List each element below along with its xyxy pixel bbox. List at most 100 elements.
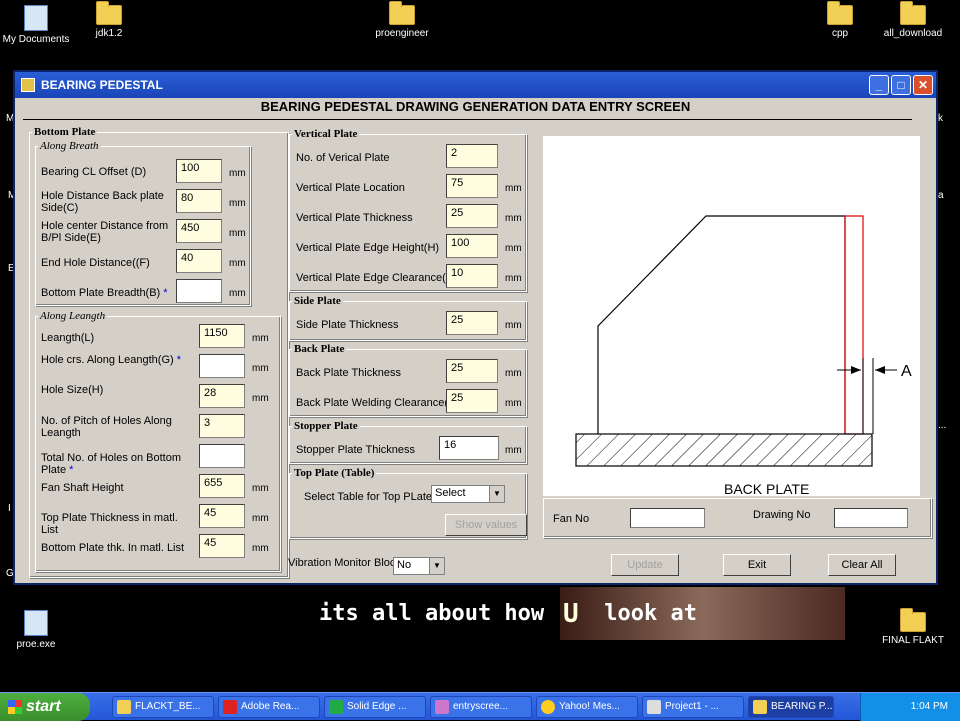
unit-label: mm: [252, 513, 269, 524]
vertical-plate-location-input[interactable]: 75: [446, 174, 498, 198]
field-label: Leangth(L): [41, 332, 95, 344]
image-icon: [435, 700, 449, 714]
exit-button[interactable]: Exit: [723, 554, 791, 576]
unit-label: mm: [252, 483, 269, 494]
clock[interactable]: 1:04 PM: [911, 701, 948, 712]
required-marker: *: [176, 354, 182, 366]
desktop-icon-final-flakt[interactable]: FINAL FLAKT: [873, 608, 953, 646]
bottom-plate-thk-matl-input[interactable]: 45: [199, 534, 245, 558]
pedestal-outline: [597, 215, 846, 434]
yahoo-smiley-icon: [541, 700, 555, 714]
drawing-no-label: Drawing No: [753, 509, 811, 521]
desktop-icon-cpp[interactable]: cpp: [800, 1, 880, 39]
desktop-icon-my-documents[interactable]: My Documents: [0, 5, 76, 45]
taskbar-item-flackt[interactable]: FLACKT_BE...: [112, 696, 214, 718]
hole-crs-along-leangth-input[interactable]: [199, 354, 245, 378]
taskbar-item-entryscreen[interactable]: entryscree...: [430, 696, 532, 718]
required-marker: *: [69, 464, 74, 476]
taskbar-item-solid-edge[interactable]: Solid Edge ...: [324, 696, 426, 718]
unit-label: mm: [229, 288, 246, 299]
fan-shaft-height-input[interactable]: 655: [199, 474, 245, 498]
field-label: Back Plate Thickness: [296, 367, 401, 379]
window-titlebar[interactable]: BEARING PEDESTAL _ □ ✕: [15, 72, 936, 98]
along-breath-legend: Along Breath: [40, 140, 99, 152]
bottom-plate-breadth-input[interactable]: [176, 279, 222, 303]
top-plate-table-select[interactable]: Select ▼: [431, 485, 505, 503]
taskbar-item-project1[interactable]: Project1 - ...: [642, 696, 744, 718]
back-plate-welding-clearance-input[interactable]: 25: [446, 389, 498, 413]
task-label: Adobe Rea...: [241, 701, 300, 712]
field-label: Vertical Plate Edge Height(H): [296, 242, 440, 254]
banner-text: look at: [591, 601, 697, 626]
field-label: Side Plate Thickness: [296, 319, 399, 331]
unit-label: mm: [505, 320, 522, 331]
pitch-of-holes-input[interactable]: 3: [199, 414, 245, 438]
desktop-edge-text: I: [8, 503, 11, 514]
drawing-no-input[interactable]: [834, 508, 908, 528]
arrow-right-icon: [851, 366, 861, 374]
update-button[interactable]: Update: [611, 554, 679, 576]
stopper-plate-thickness-input[interactable]: 16: [439, 436, 499, 460]
no-of-vertical-plate-input[interactable]: 2: [446, 144, 498, 168]
vertical-plate-thickness-input[interactable]: 25: [446, 204, 498, 228]
desktop-icon-proengineer[interactable]: proengineer: [362, 1, 442, 39]
hole-size-input[interactable]: 28: [199, 384, 245, 408]
unit-label: mm: [505, 368, 522, 379]
chevron-down-icon[interactable]: ▼: [489, 486, 504, 502]
project-icon: [647, 700, 661, 714]
drawing-caption: BACK PLATE: [724, 481, 809, 496]
show-values-button[interactable]: Show values: [445, 514, 527, 536]
window-title: BEARING PEDESTAL: [41, 78, 163, 92]
back-plate-legend: Back Plate: [294, 343, 345, 355]
top-plate-legend: Top Plate (Table): [294, 467, 375, 479]
close-button[interactable]: ✕: [913, 75, 933, 95]
vibration-monitor-select[interactable]: No ▼: [393, 557, 445, 575]
desktop-edge-text: k: [938, 113, 943, 124]
field-label: Vibration Monitor Block: [288, 557, 401, 569]
end-hole-distance-input[interactable]: 40: [176, 249, 222, 273]
desktop-icon-jdk[interactable]: jdk1.2: [69, 1, 149, 39]
desktop-icon-proe-exe[interactable]: proe.exe: [0, 610, 76, 650]
screen-heading: BEARING PEDESTAL DRAWING GENERATION DATA…: [260, 99, 691, 114]
field-label-text: Bottom Plate Breadth(B): [41, 287, 161, 299]
start-button[interactable]: start: [0, 693, 90, 721]
chevron-down-icon[interactable]: ▼: [429, 558, 444, 574]
total-holes-input[interactable]: [199, 444, 245, 468]
select-value: Select: [435, 487, 466, 499]
unit-label: mm: [252, 363, 269, 374]
field-label: Top Plate Thickness in matl. List: [41, 512, 178, 536]
hole-distance-back-plate-input[interactable]: 80: [176, 189, 222, 213]
vertical-plate-legend: Vertical Plate: [294, 128, 358, 140]
back-plate-outline: [844, 215, 864, 435]
field-label: Bottom Plate thk. In matl. List: [41, 542, 185, 554]
clear-all-button[interactable]: Clear All: [828, 554, 896, 576]
maximize-button[interactable]: □: [891, 75, 911, 95]
top-plate-thickness-matl-input[interactable]: 45: [199, 504, 245, 528]
side-plate-legend: Side Plate: [294, 295, 341, 307]
side-plate-thickness-input[interactable]: 25: [446, 311, 498, 335]
hole-center-distance-input[interactable]: 450: [176, 219, 222, 243]
unit-label: mm: [252, 333, 269, 344]
start-label: start: [26, 698, 61, 715]
folder-icon: [900, 608, 926, 632]
taskbar-item-yahoo[interactable]: Yahoo! Mes...: [536, 696, 638, 718]
field-label: Vertical Plate Edge Clearance(L): [296, 272, 456, 284]
field-label: Fan Shaft Height: [41, 482, 124, 494]
desktop-edge-text: a: [938, 190, 944, 201]
taskbar-item-adobe[interactable]: Adobe Rea...: [218, 696, 320, 718]
unit-label: mm: [252, 543, 269, 554]
bearing-cl-offset-input[interactable]: 100: [176, 159, 222, 183]
back-plate-thickness-input[interactable]: 25: [446, 359, 498, 383]
minimize-button[interactable]: _: [869, 75, 889, 95]
fan-no-input[interactable]: [630, 508, 705, 528]
vertical-plate-edge-height-input[interactable]: 100: [446, 234, 498, 258]
unit-label: mm: [505, 273, 522, 284]
taskbar-item-bearing-pedestal[interactable]: BEARING P...: [748, 696, 834, 718]
task-label: Project1 - ...: [665, 701, 719, 712]
task-label: Yahoo! Mes...: [559, 701, 620, 712]
vertical-plate-edge-clearance-input[interactable]: 10: [446, 264, 498, 288]
bearing-pedestal-window: BEARING PEDESTAL _ □ ✕ BEARING PEDESTAL …: [13, 70, 938, 585]
desktop-icon-all-download[interactable]: all_download: [873, 1, 953, 39]
unit-label: mm: [505, 243, 522, 254]
leangth-input[interactable]: 1150: [199, 324, 245, 348]
